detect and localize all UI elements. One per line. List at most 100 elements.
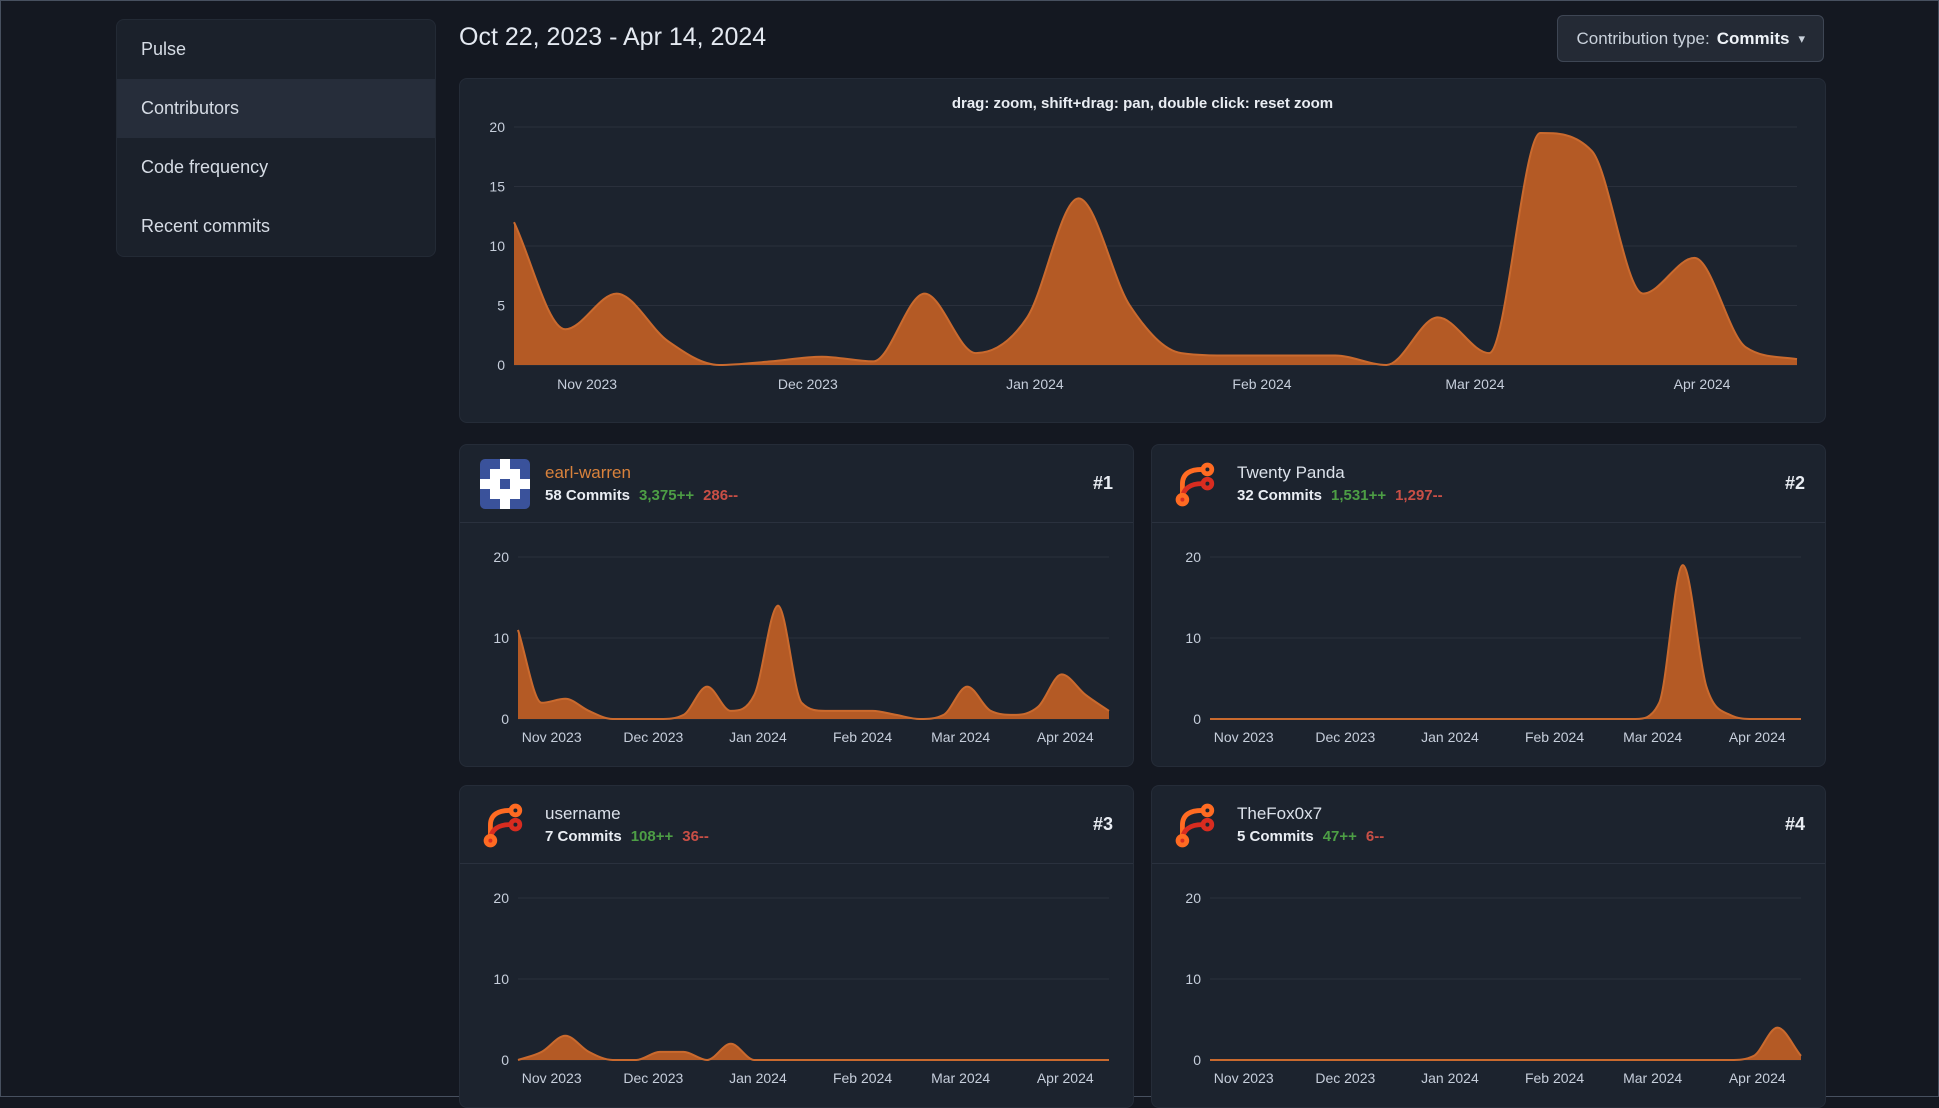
forgejo-logo-avatar[interactable]: [1172, 800, 1222, 850]
rank-badge: #4: [1784, 814, 1805, 834]
y-axis-label: 20: [1185, 549, 1201, 565]
contributor-stats: 58 Commits 3,375++ 286--: [545, 487, 738, 504]
contributor-stats: 32 Commits 1,531++ 1,297--: [1237, 487, 1443, 504]
identicon-image: [480, 458, 530, 509]
sidebar-item-pulse[interactable]: Pulse: [117, 20, 435, 79]
contributor-name-link[interactable]: earl-warren: [545, 463, 738, 483]
earl-warren-chart[interactable]: 0 10 20 Nov 2023 Dec 2023 Jan 2024 Feb 2024 Mar…: [470, 533, 1125, 761]
area-series: [518, 605, 1109, 719]
sidebar-item-recent-commits[interactable]: Recent commits: [117, 197, 435, 256]
x-axis-label: Dec 2023: [1315, 1070, 1375, 1086]
contributor-card-twenty-panda: Twenty Panda 32 Commits 1,531++ 1,297-- …: [1151, 444, 1826, 767]
x-axis-label: Jan 2024: [729, 729, 787, 745]
additions-count: 47++: [1322, 828, 1357, 845]
x-axis-label: Apr 2024: [1729, 1070, 1786, 1086]
area-series: [1210, 1027, 1801, 1060]
x-axis-label: Jan 2024: [729, 1070, 787, 1086]
x-axis-label: Mar 2024: [931, 1070, 990, 1086]
commit-count: 7 Commits: [545, 828, 622, 845]
y-axis-label: 0: [1193, 1052, 1201, 1068]
x-axis-label: Jan 2024: [1421, 729, 1479, 745]
x-axis-label: Nov 2023: [557, 376, 617, 392]
sidebar-item-label: Code frequency: [141, 157, 269, 177]
contributor-meta: username 7 Commits 108++ 36--: [545, 804, 709, 845]
x-axis-label: Dec 2023: [778, 376, 838, 392]
contributor-name-link[interactable]: username: [545, 804, 709, 824]
forgejo-logo-icon: [1175, 462, 1215, 506]
contributor-meta: Twenty Panda 32 Commits 1,531++ 1,297--: [1237, 463, 1443, 504]
sidebar-item-code-frequency[interactable]: Code frequency: [117, 138, 435, 197]
forgejo-logo-avatar[interactable]: [1172, 459, 1222, 509]
x-axis-label: Mar 2024: [1445, 376, 1504, 392]
x-axis-label: Mar 2024: [1623, 729, 1682, 745]
page-title: Oct 22, 2023 - Apr 14, 2024: [459, 23, 767, 51]
contributor-meta: TheFox0x7 5 Commits 47++ 6--: [1237, 804, 1384, 845]
y-axis-label: 20: [489, 119, 505, 135]
commit-count: 58 Commits: [545, 487, 631, 504]
x-axis-label: Apr 2024: [1037, 1070, 1094, 1086]
y-axis-label: 0: [501, 711, 509, 727]
area-series: [514, 133, 1797, 365]
contributor-card-username: username 7 Commits 108++ 36-- #3 0 10 20 No…: [459, 785, 1134, 1108]
x-axis-label: Mar 2024: [1623, 1070, 1682, 1086]
y-axis-label: 10: [1185, 630, 1201, 646]
x-axis-label: Feb 2024: [833, 1070, 892, 1086]
contribution-type-dropdown[interactable]: Contribution type: Commits ▾: [1557, 15, 1824, 62]
overall-commits-chart[interactable]: 0 5 10 15 20 Nov 2023 Dec 2023 Jan 2024 Feb 2024…: [468, 119, 1819, 417]
contributor-card-header: Twenty Panda 32 Commits 1,531++ 1,297-- …: [1152, 445, 1825, 523]
forgejo-logo-avatar[interactable]: [480, 800, 530, 850]
y-axis-label: 0: [1193, 711, 1201, 727]
x-axis-label: Apr 2024: [1037, 729, 1094, 745]
y-axis-label: 5: [497, 298, 505, 314]
contributor-card-earl-warren: earl-warren 58 Commits 3,375++ 286-- #1 …: [459, 444, 1134, 767]
deletions-count: 6--: [1365, 828, 1385, 845]
x-axis-label: Jan 2024: [1006, 376, 1064, 392]
x-axis-label: Mar 2024: [931, 729, 990, 745]
thefox0x7-chart[interactable]: 0 10 20 Nov 2023 Dec 2023 Jan 2024 Feb 2024 Mar…: [1162, 874, 1817, 1102]
contributor-name-link[interactable]: TheFox0x7: [1237, 804, 1384, 824]
x-axis-label: Dec 2023: [623, 1070, 683, 1086]
additions-count: 1,531++: [1331, 487, 1387, 504]
x-axis-label: Feb 2024: [1525, 729, 1584, 745]
y-axis-label: 20: [493, 549, 509, 565]
twenty-panda-chart[interactable]: 0 10 20 Nov 2023 Dec 2023 Jan 2024 Feb 2024 Mar…: [1162, 533, 1817, 761]
deletions-count: 36--: [682, 828, 709, 845]
y-axis-label: 15: [489, 179, 505, 195]
y-axis-label: 10: [489, 238, 505, 254]
identicon-avatar[interactable]: [480, 458, 530, 509]
commit-count: 5 Commits: [1237, 828, 1314, 845]
contributor-card-thefox0x7: TheFox0x7 5 Commits 47++ 6-- #4 0 10 20 Nov…: [1151, 785, 1826, 1108]
sidebar-item-label: Pulse: [141, 39, 187, 59]
area-series-line: [517, 1034, 1109, 1062]
forgejo-logo-icon: [483, 803, 523, 847]
deletions-count: 1,297--: [1395, 487, 1443, 504]
contribution-type-label: Contribution type:: [1576, 28, 1710, 48]
username-chart[interactable]: 0 10 20 Nov 2023 Dec 2023 Jan 2024 Feb 2024 Mar…: [470, 874, 1125, 1102]
area-series-line: [517, 604, 1110, 721]
area-series-line: [1210, 564, 1801, 720]
contributor-card-header: TheFox0x7 5 Commits 47++ 6-- #4: [1152, 786, 1825, 864]
x-axis-label: Feb 2024: [833, 729, 892, 745]
rank-badge: #1: [1092, 473, 1113, 493]
x-axis-label: Feb 2024: [1525, 1070, 1584, 1086]
contribution-type-value: Commits: [1716, 28, 1790, 48]
additions-count: 3,375++: [639, 487, 695, 504]
y-axis-label: 10: [1185, 971, 1201, 987]
area-series: [518, 1035, 1109, 1060]
overall-chart-panel: drag: zoom, shift+drag: pan, double clic…: [459, 78, 1826, 423]
sidebar-item-label: Contributors: [141, 98, 240, 118]
y-axis-label: 0: [501, 1052, 509, 1068]
sidebar-item-contributors[interactable]: Contributors: [117, 79, 435, 138]
contributor-card-header: username 7 Commits 108++ 36-- #3: [460, 786, 1133, 864]
y-axis-label: 10: [493, 971, 509, 987]
contributor-card-header: earl-warren 58 Commits 3,375++ 286-- #1: [460, 445, 1133, 523]
contributor-name-link[interactable]: Twenty Panda: [1237, 463, 1443, 483]
forgejo-logo-icon: [1175, 803, 1215, 847]
deletions-count: 286--: [703, 487, 739, 504]
y-axis-label: 10: [493, 630, 509, 646]
x-axis-label: Apr 2024: [1729, 729, 1786, 745]
x-axis-label: Nov 2023: [1214, 729, 1274, 745]
contributor-cards: earl-warren 58 Commits 3,375++ 286-- #1 …: [459, 444, 1826, 1108]
x-axis-label: Apr 2024: [1674, 376, 1731, 392]
rank-badge: #2: [1784, 473, 1805, 493]
